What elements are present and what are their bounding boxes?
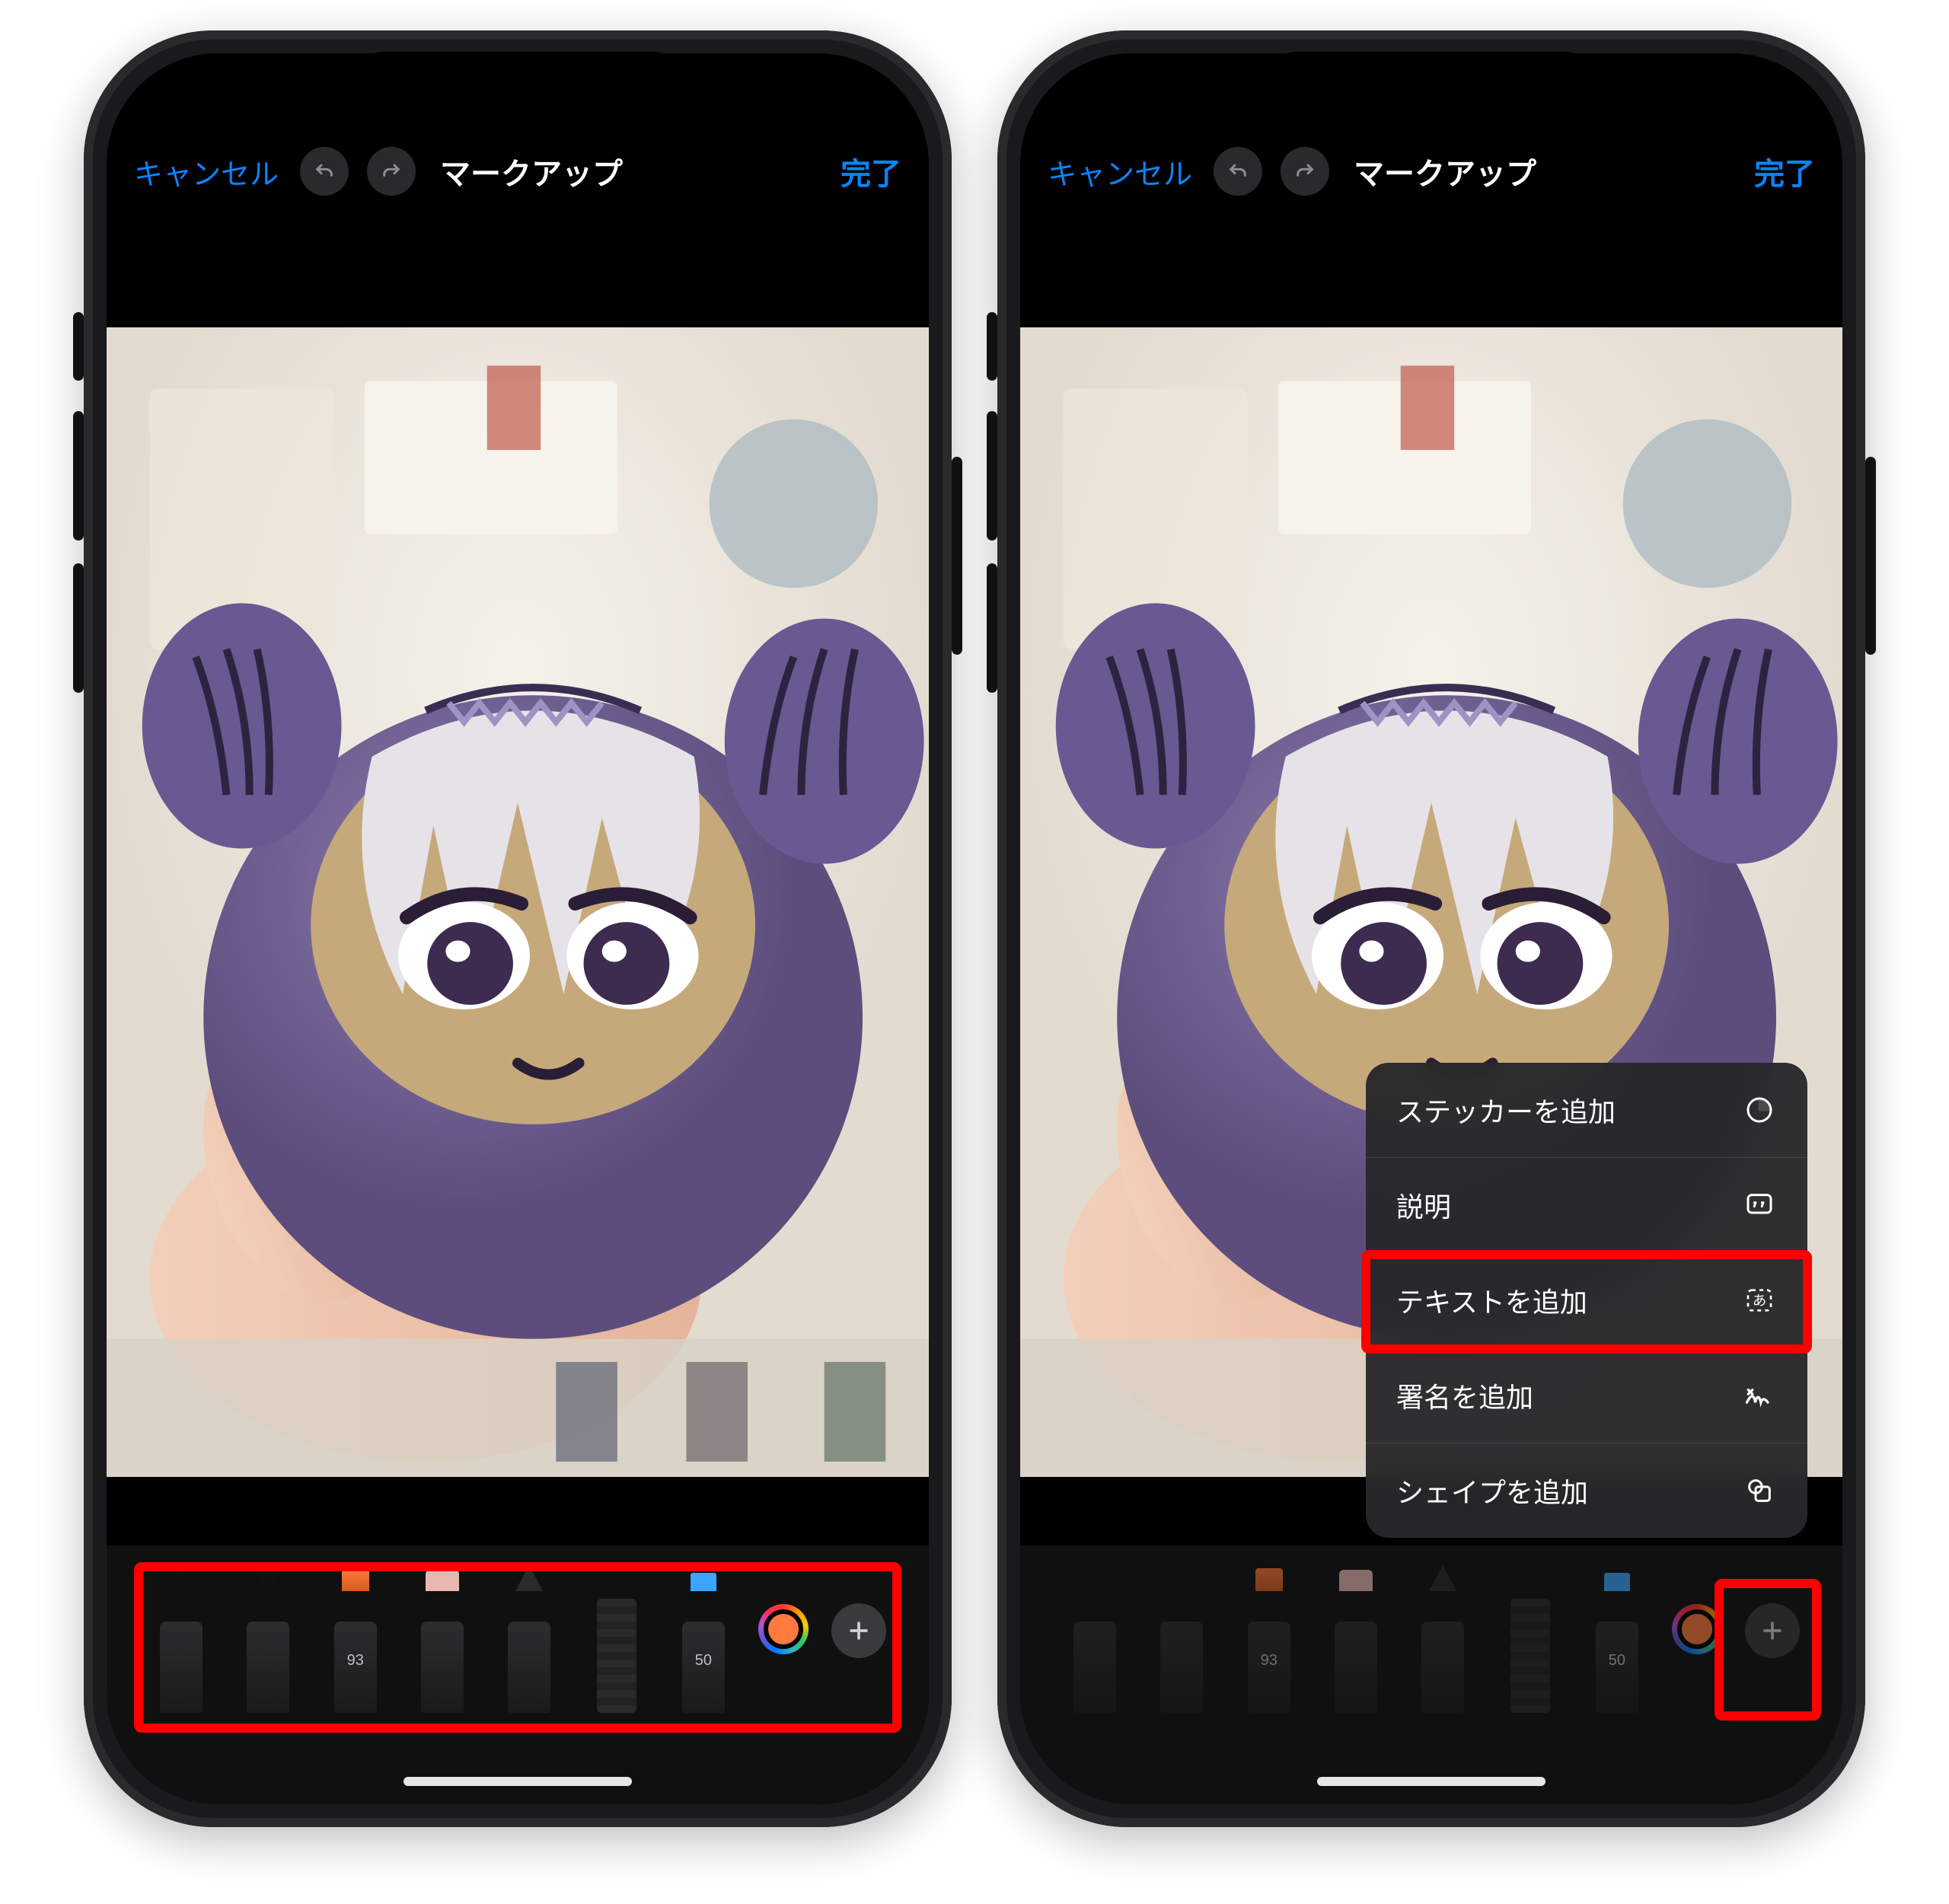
menu-item-label: 署名を追加 [1396,1376,1533,1415]
phone-frame-right: キャンセル マークアップ 完了 [997,30,1865,1827]
notch [354,52,681,110]
highlight-add-text [1361,1250,1812,1354]
menu-item-label: シェイプを追加 [1396,1471,1588,1510]
ruler-tool[interactable] [1498,1591,1561,1713]
done-button[interactable]: 完了 [841,149,901,193]
highlighter-size: 50 [1609,1652,1625,1670]
pen-tool[interactable] [1063,1591,1127,1713]
volume-up [73,411,84,541]
brush-tool[interactable] [1150,1591,1214,1713]
marker-size: 93 [1261,1652,1278,1670]
highlight-toolbar [134,1562,901,1733]
cancel-button[interactable]: キャンセル [134,151,279,193]
shape-icon [1742,1473,1777,1508]
undo-button[interactable] [300,147,349,196]
menu-add-sticker[interactable]: ステッカーを追加 [1366,1063,1807,1158]
marker-tool[interactable]: 93 [1237,1591,1301,1713]
quote-icon [1742,1188,1777,1223]
menu-item-label: 説明 [1396,1185,1451,1225]
pencil-tool[interactable] [1411,1591,1475,1713]
redo-button[interactable] [367,147,416,196]
menu-description[interactable]: 説明 [1366,1158,1807,1253]
power-button [952,457,962,655]
power-button [1865,457,1876,655]
nav-title: マークアップ [440,149,623,193]
silence-switch [73,312,84,381]
menu-item-label: ステッカーを追加 [1396,1090,1616,1130]
volume-down [987,563,997,693]
cancel-button[interactable]: キャンセル [1048,151,1192,193]
signature-icon [1742,1378,1777,1413]
redo-button[interactable] [1281,147,1329,196]
volume-up [987,411,997,541]
volume-down [73,563,84,693]
nav-bar: キャンセル マークアップ 完了 [107,129,929,213]
menu-add-signature[interactable]: 署名を追加 [1366,1348,1807,1443]
eraser-tool[interactable] [1324,1591,1388,1713]
home-indicator[interactable] [404,1777,632,1786]
nav-title: マークアップ [1354,149,1536,193]
highlighter-tool[interactable]: 50 [1585,1591,1649,1713]
done-button[interactable]: 完了 [1754,149,1815,193]
silence-switch [987,312,997,381]
photo-canvas[interactable] [107,327,929,1477]
undo-button[interactable] [1214,147,1262,196]
menu-add-shape[interactable]: シェイプを追加 [1366,1443,1807,1538]
phone-frame-left: キャンセル マークアップ 完了 [84,30,952,1827]
highlight-add-button [1715,1579,1821,1721]
notch [1268,52,1595,110]
selected-color-swatch [1677,1609,1717,1649]
home-indicator[interactable] [1317,1777,1545,1786]
nav-bar: キャンセル マークアップ 完了 [1020,129,1842,213]
sticker-icon [1742,1092,1777,1127]
